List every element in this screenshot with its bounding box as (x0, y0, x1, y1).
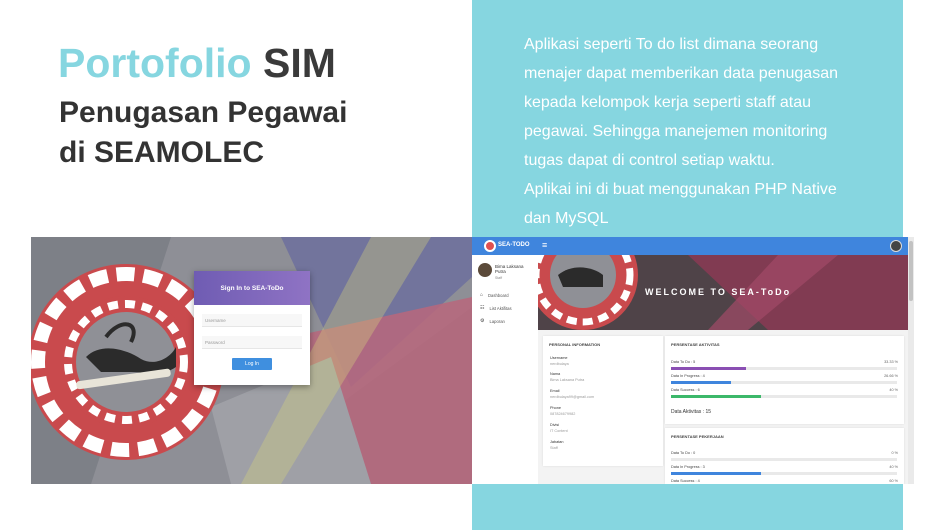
bar-percent: 60 % (889, 479, 898, 483)
field-value: IT Content (550, 429, 568, 433)
password-input[interactable]: Password (202, 336, 302, 349)
activity-total: Data Aktivitas : 15 (671, 409, 712, 415)
task-percentage-card: PERSENTASE PEKERJAAN Data To Do : 0 0 % … (665, 428, 904, 484)
login-screenshot: Sign In to SEA-ToDo Username Password Lo… (31, 237, 472, 484)
activity-percentage-card: PERSENTASE AKTIVITAS Data To Do : 5 33.3… (665, 336, 904, 424)
user-role: Staff (495, 276, 503, 280)
task-title: PERSENTASE PEKERJAAN (671, 434, 724, 439)
dashboard-sidebar: Bima Laksana Putra Staff ⌂ Dashboard ☷ L… (472, 255, 538, 484)
activity-title: PERSENTASE AKTIVITAS (671, 342, 720, 347)
progress-bar (671, 458, 897, 461)
sidebar-item-list-aktifitas[interactable]: ☷ List Aktifitas (480, 305, 512, 311)
gear-icon: ⚙ (480, 318, 485, 324)
description-line: Aplikasi seperti To do list dimana seora… (524, 36, 819, 53)
progress-fill (671, 381, 732, 384)
scrollbar-thumb[interactable] (909, 241, 913, 301)
dashboard-topbar: SEA-TODO ≡ (472, 237, 914, 255)
sidebar-item-label: Dashboard (488, 292, 509, 298)
user-name: Bima Laksana Putra (495, 264, 524, 274)
slide: Portofolio SIM Penugasan Pegawai di SEAM… (0, 0, 947, 530)
field-label: Divisi (550, 423, 560, 427)
subtitle-line2: di SEAMOLEC (59, 136, 265, 169)
personal-info-card: PERSONAL INFORMATION Username nerdbulaya… (543, 336, 663, 466)
field-label: Phone (550, 406, 561, 410)
bar-percent: 40 % (889, 465, 898, 469)
progress-bar (671, 381, 897, 384)
personal-info-title: PERSONAL INFORMATION (549, 342, 601, 347)
bar-label: Data Success : 4 (671, 479, 700, 483)
bar-label: Data In Progress : 4 (671, 374, 705, 378)
login-button[interactable]: Log In (232, 358, 272, 370)
description-line: tugas dapat di control setiap waktu. (524, 152, 775, 169)
bar-label: Data In Progress : 3 (671, 465, 705, 469)
dashboard-screenshot: SEA-TODO ≡ Bima Laksana Putra Staff ⌂ Da… (472, 237, 914, 484)
username-input[interactable]: Username (202, 314, 302, 327)
bar-percent: 40 % (889, 388, 898, 392)
progress-fill (671, 395, 762, 398)
field-value: nerdbulaya99@gmail.com (550, 395, 595, 399)
description-line: Aplikai ini di buat menggunakan PHP Nati… (524, 181, 837, 198)
progress-fill (671, 367, 747, 370)
bar-percent: 0 % (891, 451, 898, 455)
field-value: Bima Laksana Putra (550, 378, 585, 382)
home-icon: ⌂ (480, 292, 484, 298)
sidebar-item-dashboard[interactable]: ⌂ Dashboard (480, 292, 509, 298)
bar-percent: 33.33 % (884, 360, 898, 364)
subtitle-line1: Penugasan Pegawai (59, 96, 348, 129)
avatar (478, 263, 492, 277)
field-label: Email (550, 389, 560, 393)
field-label: Username (550, 356, 568, 360)
login-card: Sign In to SEA-ToDo Username Password Lo… (194, 271, 310, 385)
scrollbar[interactable] (908, 237, 914, 484)
welcome-banner: WELCOME TO SEA-ToDo (538, 255, 914, 330)
progress-bar (671, 367, 897, 370)
field-label: Nama (550, 372, 561, 376)
title-accent: Portofolio (58, 40, 252, 86)
progress-fill (671, 472, 762, 475)
welcome-text: WELCOME TO SEA-ToDo (645, 287, 792, 297)
slide-title: Portofolio SIM (58, 40, 336, 87)
sidebar-item-label: List Aktifitas (489, 305, 512, 311)
hamburger-icon[interactable]: ≡ (542, 240, 547, 250)
field-value: 087824679982 (550, 412, 576, 416)
progress-bar (671, 472, 897, 475)
field-value: nerdbulaya (550, 362, 569, 366)
sidebar-item-laporan[interactable]: ⚙ Laporan (480, 318, 505, 324)
dashboard-brand: SEA-TODO (498, 242, 530, 248)
logo-icon (484, 240, 496, 252)
description-line: kepada kelompok kerja seperti staff atau (524, 94, 811, 111)
bar-percent: 26.66 % (884, 374, 898, 378)
login-header: Sign In to SEA-ToDo (194, 271, 310, 305)
user-avatar-icon[interactable] (890, 240, 902, 252)
description-line: dan MySQL (524, 210, 609, 227)
field-value: Staff (550, 446, 558, 450)
users-icon: ☷ (480, 305, 485, 311)
title-rest: SIM (262, 40, 336, 86)
bar-label: Data Success : 6 (671, 388, 700, 392)
description-line: menajer dapat memberikan data penugasan (524, 65, 838, 82)
bar-label: Data To Do : 5 (671, 360, 696, 364)
field-label: Jabatan (550, 440, 564, 444)
description: Aplikasi seperti To do list dimana seora… (524, 30, 894, 233)
sidebar-item-label: Laporan (489, 318, 505, 324)
progress-bar (671, 395, 897, 398)
bar-label: Data To Do : 0 (671, 451, 696, 455)
description-line: pegawai. Sehingga manejemen monitoring (524, 123, 828, 140)
